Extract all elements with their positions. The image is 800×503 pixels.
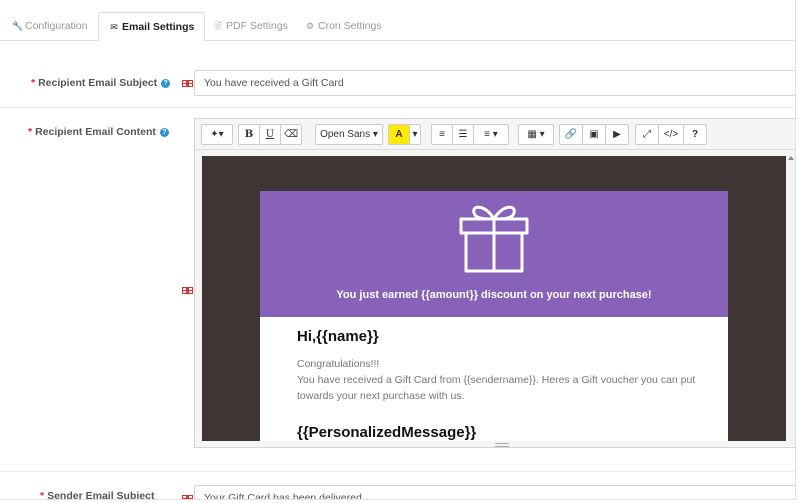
bold-button[interactable]: B	[238, 124, 260, 145]
link-icon: 🔗	[564, 129, 578, 140]
pdf-icon: 🗎	[214, 21, 222, 31]
link-button[interactable]: 🔗	[559, 124, 583, 145]
editor-resize-handle[interactable]	[495, 443, 509, 447]
language-flag-icon[interactable]	[182, 287, 193, 294]
help-icon[interactable]: ?	[161, 79, 171, 88]
video-icon: ▶	[613, 129, 621, 140]
email-banner: You just earned {{amount}} discount on y…	[260, 191, 728, 317]
recipient-subject-input[interactable]: You have received a Gift Card	[194, 70, 795, 96]
font-color-button[interactable]: A	[388, 124, 410, 145]
divider	[0, 107, 795, 108]
language-flag-icon[interactable]	[182, 80, 193, 87]
gift-box-icon	[459, 205, 529, 273]
recipient-content-label: * Recipient Email Content?	[28, 126, 169, 138]
personalized-message-placeholder: {{PersonalizedMessage}}	[297, 424, 477, 441]
magic-wand-button[interactable]: ✦▾	[201, 124, 233, 145]
bullet-list-icon: ≡	[439, 129, 445, 140]
wrench-icon: 🔧	[12, 21, 24, 31]
eraser-button[interactable]: ⌫	[280, 124, 302, 145]
email-greeting: Hi,{{name}}	[297, 328, 379, 345]
rich-text-editor: ✦▾ B U ⌫ Open Sans ▾ A ▾ ≡ ☰ ≡ ▾ ▦ ▾ 🔗 ▣…	[194, 118, 795, 448]
settings-panel: 🔧 Configuration ✉ Email Settings 🗎 PDF Sett…	[0, 0, 796, 500]
banner-headline: You just earned {{amount}} discount on y…	[336, 289, 652, 301]
fullscreen-button[interactable]: ⤢	[635, 124, 659, 145]
font-color-dropdown[interactable]: ▾	[409, 124, 421, 145]
email-template-card: You just earned {{amount}} discount on y…	[260, 191, 728, 441]
email-body: Congratulations!!! You have received a G…	[297, 358, 696, 402]
editor-scrollbar[interactable]	[787, 156, 795, 441]
tab-email-settings[interactable]: ✉ Email Settings	[98, 12, 206, 42]
align-icon: ≡	[484, 129, 491, 140]
underline-button[interactable]: U	[259, 124, 281, 145]
tab-bar: 🔧 Configuration ✉ Email Settings 🗎 PDF Sett…	[0, 12, 795, 42]
paragraph-align-button[interactable]: ≡ ▾	[473, 124, 509, 145]
table-button[interactable]: ▦ ▾	[518, 124, 554, 145]
divider	[0, 471, 795, 472]
language-flag-icon[interactable]	[182, 495, 193, 499]
tab-pdf-settings[interactable]: 🗎 PDF Settings	[203, 12, 298, 41]
font-family-select[interactable]: Open Sans ▾	[315, 124, 383, 145]
numbered-list-button[interactable]: ☰	[452, 124, 474, 145]
image-icon: ▣	[589, 129, 599, 140]
gears-icon: ⚙	[305, 21, 315, 31]
sender-subject-label: * Sender Email Subject	[40, 490, 155, 500]
tab-configuration[interactable]: 🔧 Configuration	[2, 12, 97, 41]
magic-wand-icon: ✦▾	[210, 129, 224, 140]
editor-toolbar: ✦▾ B U ⌫ Open Sans ▾ A ▾ ≡ ☰ ≡ ▾ ▦ ▾ 🔗 ▣…	[195, 119, 795, 150]
help-button[interactable]: ?	[683, 124, 707, 145]
image-button[interactable]: ▣	[582, 124, 606, 145]
code-view-button[interactable]: </>	[658, 124, 684, 145]
eraser-icon: ⌫	[283, 129, 299, 140]
bullet-list-button[interactable]: ≡	[431, 124, 453, 145]
editor-content-area[interactable]: You just earned {{amount}} discount on y…	[202, 156, 786, 441]
sender-subject-input[interactable]: Your Gift Card has been delivered	[194, 485, 795, 499]
help-icon[interactable]: ?	[159, 128, 169, 137]
fullscreen-icon: ⤢	[643, 129, 651, 140]
numbered-list-icon: ☰	[458, 129, 468, 140]
recipient-subject-label: * Recipient Email Subject?	[31, 77, 171, 89]
tab-cron-settings[interactable]: ⚙ Cron Settings	[295, 12, 392, 41]
table-icon: ▦	[527, 129, 537, 140]
envelope-icon: ✉	[110, 22, 118, 32]
video-button[interactable]: ▶	[605, 124, 629, 145]
